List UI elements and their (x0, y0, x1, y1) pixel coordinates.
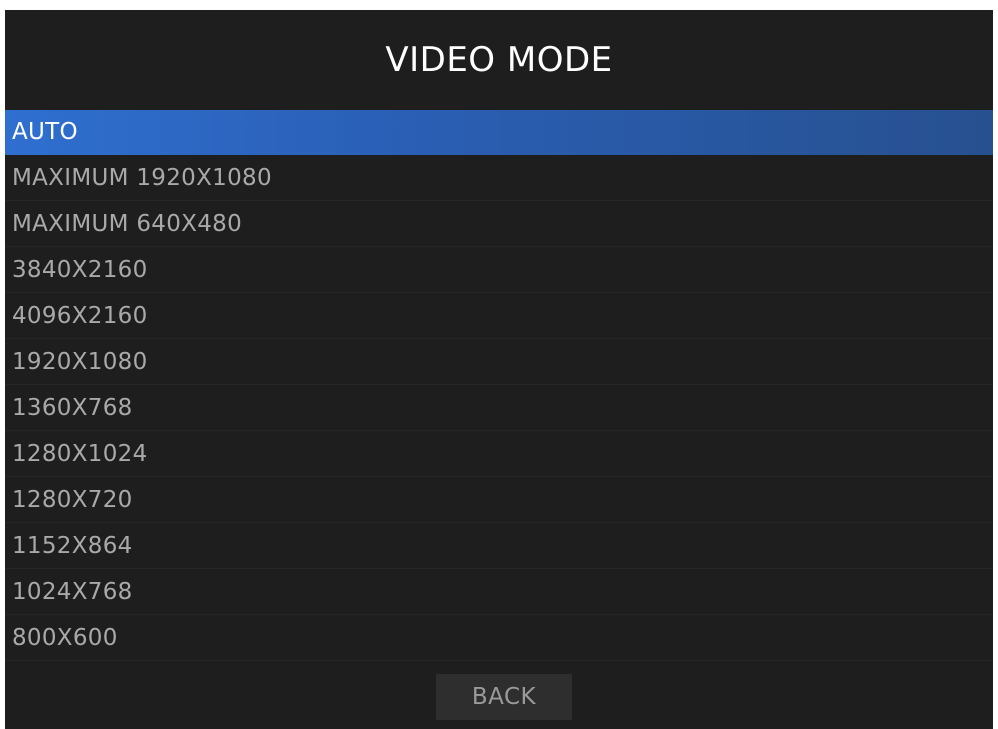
video-mode-option-1152x864[interactable]: 1152X864 (5, 523, 993, 569)
back-button[interactable]: BACK (436, 674, 572, 720)
video-mode-list: AUTO MAXIMUM 1920X1080 MAXIMUM 640X480 3… (5, 110, 993, 661)
video-mode-option-maximum-1920x1080[interactable]: MAXIMUM 1920X1080 (5, 155, 993, 201)
video-mode-option-3840x2160[interactable]: 3840X2160 (5, 247, 993, 293)
video-mode-option-1280x720[interactable]: 1280X720 (5, 477, 993, 523)
video-mode-option-1920x1080[interactable]: 1920X1080 (5, 339, 993, 385)
video-mode-option-1280x1024[interactable]: 1280X1024 (5, 431, 993, 477)
video-mode-option-800x600[interactable]: 800X600 (5, 615, 993, 661)
video-mode-option-4096x2160[interactable]: 4096X2160 (5, 293, 993, 339)
video-mode-option-auto[interactable]: AUTO (5, 110, 993, 155)
video-mode-option-maximum-640x480[interactable]: MAXIMUM 640X480 (5, 201, 993, 247)
page-title: VIDEO MODE (385, 40, 613, 80)
video-mode-option-1360x768[interactable]: 1360X768 (5, 385, 993, 431)
video-mode-screen: VIDEO MODE AUTO MAXIMUM 1920X1080 MAXIMU… (5, 10, 993, 729)
video-mode-option-1024x768[interactable]: 1024X768 (5, 569, 993, 615)
